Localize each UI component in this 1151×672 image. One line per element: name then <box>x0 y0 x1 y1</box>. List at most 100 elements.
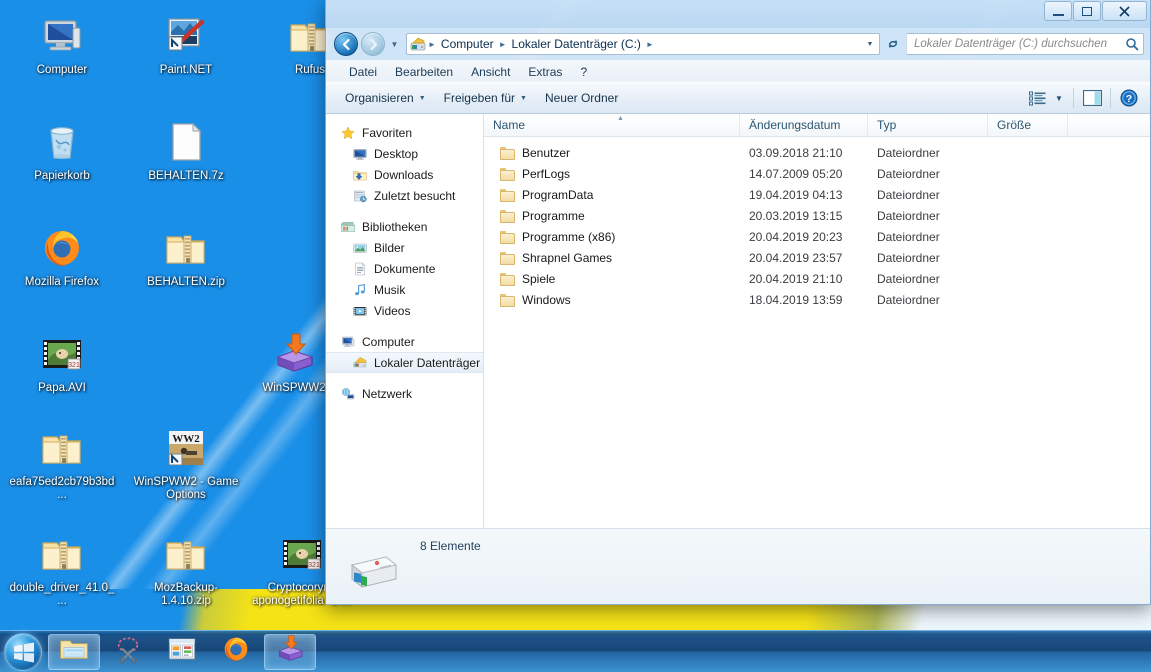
taskbar-button-explorer[interactable] <box>48 634 100 670</box>
file-type: Dateiordner <box>868 209 988 223</box>
sidebar-item-downloads[interactable]: Downloads <box>326 164 483 185</box>
table-row[interactable]: Shrapnel Games20.04.2019 23:57Dateiordne… <box>484 247 1150 268</box>
file-type: Dateiordner <box>868 293 988 307</box>
sidebar-header-netzwerk[interactable]: Netzwerk <box>326 383 483 404</box>
view-options-button[interactable] <box>1024 86 1050 110</box>
folder-icon <box>500 146 516 160</box>
window-body: Favoriten Desktop DownloadsZuletzt besucht… <box>326 114 1150 528</box>
window-titlebar[interactable] <box>326 0 1150 28</box>
file-rows: Benutzer03.09.2018 21:10DateiordnerPerfL… <box>484 137 1150 528</box>
menu-item-extras[interactable]: Extras <box>519 63 571 81</box>
sidebar-item-musik[interactable]: Musik <box>326 279 483 300</box>
view-options-dropdown[interactable]: ▼ <box>1050 86 1068 110</box>
search-input[interactable]: Lokaler Datenträger (C:) durchsuchen <box>914 38 1125 50</box>
start-button[interactable] <box>4 633 42 671</box>
breadcrumb-item-drive[interactable]: Lokaler Datenträger (C:) <box>508 36 645 52</box>
zip-folder-icon <box>162 224 210 272</box>
column-header-name[interactable]: Name ▲ <box>484 114 740 136</box>
desktop-icon[interactable]: 321 Papa.AVI <box>8 330 116 395</box>
sidebar-header-bibliotheken[interactable]: Bibliotheken <box>326 216 483 237</box>
sidebar-item-zuletzt-besucht[interactable]: Zuletzt besucht <box>326 185 483 206</box>
desktop-icon[interactable]: MozBackup-1.4.10.zip <box>132 530 240 608</box>
back-button[interactable] <box>334 32 358 56</box>
preview-pane-button[interactable] <box>1079 86 1105 110</box>
sidebar-item-lokaler-datentr-ger[interactable]: Lokaler Datenträger <box>326 352 483 373</box>
computer-icon <box>38 12 86 60</box>
column-header-type[interactable]: Typ <box>868 114 988 136</box>
table-row[interactable]: Windows18.04.2019 13:59Dateiordner <box>484 289 1150 310</box>
file-name: ProgramData <box>522 188 593 202</box>
sidebar-item-label: Lokaler Datenträger <box>374 356 480 370</box>
sidebar-header-favoriten[interactable]: Favoriten <box>326 122 483 143</box>
close-button[interactable] <box>1102 1 1147 21</box>
taskbar-button-installer[interactable] <box>264 634 316 670</box>
refresh-icon <box>886 37 900 51</box>
refresh-button[interactable] <box>883 33 903 55</box>
desktop-icon[interactable]: eafa75ed2cb79b3bd... <box>8 424 116 502</box>
zip-folder-icon <box>162 530 210 578</box>
forward-button[interactable] <box>361 32 385 56</box>
organize-button[interactable]: Organisieren ▼ <box>336 87 435 109</box>
desktop-icon-label: MozBackup-1.4.10.zip <box>132 582 240 608</box>
table-row[interactable]: PerfLogs14.07.2009 05:20Dateiordner <box>484 163 1150 184</box>
table-row[interactable]: Spiele20.04.2019 21:10Dateiordner <box>484 268 1150 289</box>
sidebar-item-videos[interactable]: Videos <box>326 300 483 321</box>
file-date: 20.04.2019 20:23 <box>740 230 868 244</box>
desktop-icon[interactable]: BEHALTEN.7z <box>132 118 240 183</box>
desktop-icon[interactable]: Computer <box>8 12 116 77</box>
share-button[interactable]: Freigeben für ▼ <box>435 87 536 109</box>
desktop-icon[interactable]: BEHALTEN.zip <box>132 224 240 289</box>
minimize-button[interactable] <box>1044 1 1072 21</box>
svg-text:321: 321 <box>68 362 80 369</box>
desktop-icon[interactable]: Mozilla Firefox <box>8 224 116 289</box>
folder-icon <box>500 293 516 307</box>
sidebar-header-computer[interactable]: Computer <box>326 331 483 352</box>
help-button[interactable]: ? <box>1116 86 1142 110</box>
desktop-icon[interactable]: Papierkorb <box>8 118 116 183</box>
column-label: Größe <box>997 118 1031 132</box>
taskbar-button-snipping-tool[interactable] <box>102 634 154 670</box>
search-box[interactable]: Lokaler Datenträger (C:) durchsuchen <box>906 33 1144 55</box>
toolbar-separator <box>1073 88 1074 108</box>
breadcrumb-dropdown-icon[interactable]: ▼ <box>863 34 877 54</box>
desktop-icon[interactable]: WW2WinSPWW2 - Game Options <box>132 424 240 502</box>
status-text: 8 Elemente <box>420 539 481 553</box>
menu-item-[interactable]: ? <box>571 63 596 81</box>
sidebar-item-bilder[interactable]: Bilder <box>326 237 483 258</box>
desktop-icon-label: Papa.AVI <box>8 382 116 395</box>
file-name: Programme <box>522 209 585 223</box>
video-file-icon: 321 <box>38 330 86 378</box>
history-dropdown-button[interactable]: ▼ <box>387 32 402 56</box>
sidebar-item-desktop[interactable]: Desktop <box>326 143 483 164</box>
sidebar-header-label: Netzwerk <box>362 387 412 401</box>
breadcrumb-item-computer[interactable]: Computer <box>437 36 498 52</box>
table-row[interactable]: ProgramData19.04.2019 04:13Dateiordner <box>484 184 1150 205</box>
taskbar-button-paint[interactable] <box>156 634 208 670</box>
column-header-date[interactable]: Änderungsdatum <box>740 114 868 136</box>
column-header-row: Name ▲ Änderungsdatum Typ Größe <box>484 114 1150 137</box>
desktop: ComputerPaint.NETRufusPapierkorbBEHALTEN… <box>0 0 1151 672</box>
breadcrumb-bar[interactable]: ► Computer ► Lokaler Datenträger (C:) ► … <box>406 33 880 55</box>
menu-item-datei[interactable]: Datei <box>340 63 386 81</box>
sidebar-header-label: Favoriten <box>362 126 412 140</box>
sidebar-group: BibliothekenBilderDokumenteMusikVideos <box>326 216 483 321</box>
menu-item-ansicht[interactable]: Ansicht <box>462 63 519 81</box>
table-row[interactable]: Benutzer03.09.2018 21:10Dateiordner <box>484 142 1150 163</box>
navigation-pane: Favoriten Desktop DownloadsZuletzt besucht… <box>326 114 484 528</box>
taskbar-button-firefox[interactable] <box>210 634 262 670</box>
table-row[interactable]: Programme (x86)20.04.2019 20:23Dateiordn… <box>484 226 1150 247</box>
maximize-button[interactable] <box>1073 1 1101 21</box>
sidebar-item-label: Desktop <box>374 147 418 161</box>
menu-item-bearbeiten[interactable]: Bearbeiten <box>386 63 462 81</box>
desktop-icon[interactable]: double_driver_41.0_... <box>8 530 116 608</box>
chevron-down-icon: ▼ <box>1055 94 1063 103</box>
table-row[interactable]: Programme20.03.2019 13:15Dateiordner <box>484 205 1150 226</box>
column-header-size[interactable]: Größe <box>988 114 1068 136</box>
zip-folder-icon <box>38 530 86 578</box>
file-name: Spiele <box>522 272 555 286</box>
new-folder-button[interactable]: Neuer Ordner <box>536 87 627 109</box>
sidebar-item-dokumente[interactable]: Dokumente <box>326 258 483 279</box>
forward-arrow-icon <box>367 38 380 51</box>
computer-icon <box>340 334 356 350</box>
desktop-icon[interactable]: Paint.NET <box>132 12 240 77</box>
